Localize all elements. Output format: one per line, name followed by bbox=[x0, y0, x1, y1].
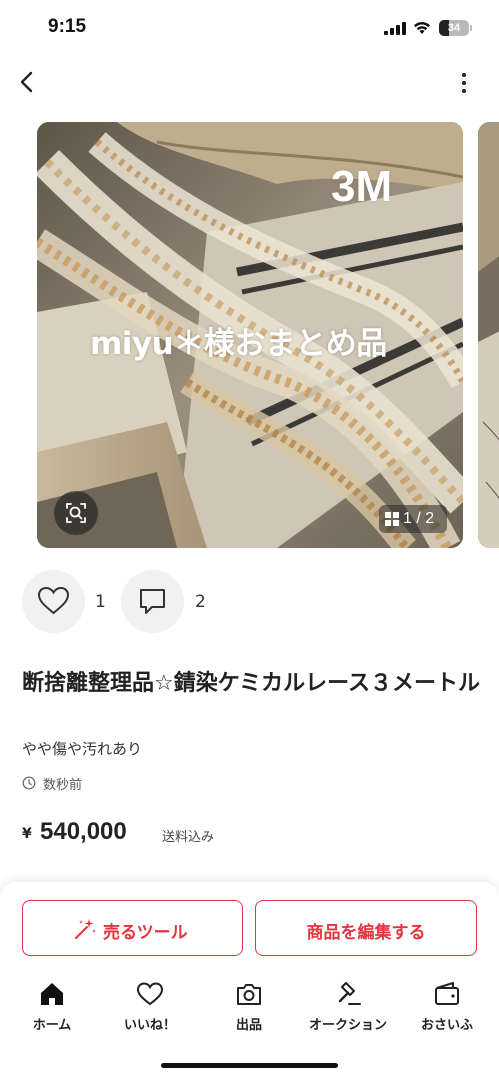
camera-icon bbox=[237, 984, 261, 1005]
price-currency: ¥ bbox=[22, 826, 32, 842]
comment-count: 2 bbox=[195, 592, 206, 612]
shipping-included-label: 送料込み bbox=[162, 830, 215, 845]
bottom-tab-bar: ホーム いいね！ 出品 オークション おさいふ bbox=[0, 978, 499, 1038]
tab-home[interactable]: ホーム bbox=[2, 978, 102, 1038]
tab-auction-label: オークション bbox=[308, 1018, 387, 1033]
heart-outline-icon bbox=[37, 586, 70, 615]
tab-auction[interactable]: オークション bbox=[298, 978, 398, 1038]
gavel-icon bbox=[338, 982, 361, 1005]
heart-icon bbox=[136, 982, 164, 1006]
battery-percent: 34 bbox=[447, 22, 461, 34]
cellular-signal-icon bbox=[384, 22, 406, 35]
item-condition: やや傷や汚れあり bbox=[22, 740, 143, 758]
photo-page-counter: 1 / 2 bbox=[379, 505, 447, 533]
clock-icon bbox=[22, 776, 36, 790]
zoom-scan-icon bbox=[66, 503, 86, 523]
tab-likes-label: いいね！ bbox=[123, 1018, 176, 1033]
more-dots-icon bbox=[462, 73, 466, 77]
back-button[interactable] bbox=[14, 68, 42, 96]
like-button[interactable] bbox=[22, 570, 85, 633]
like-count: 1 bbox=[95, 592, 106, 612]
edit-item-label: 商品を編集する bbox=[306, 923, 426, 943]
edit-item-button[interactable]: 商品を編集する bbox=[255, 900, 477, 956]
chevron-left-icon bbox=[20, 71, 33, 93]
tab-wallet-label: おさいふ bbox=[420, 1018, 473, 1033]
battery-icon: 34 bbox=[439, 20, 469, 36]
home-indicator bbox=[161, 1063, 338, 1068]
status-time: 9:15 bbox=[48, 16, 87, 37]
photo-carousel[interactable]: 3M miyu＊様おまとめ品 1 / 2 bbox=[0, 122, 499, 549]
zoom-button[interactable] bbox=[54, 491, 98, 535]
comment-button[interactable] bbox=[121, 570, 184, 633]
next-photo-image bbox=[478, 122, 499, 548]
wifi-icon bbox=[414, 22, 430, 34]
tab-list-item-label: 出品 bbox=[235, 1018, 262, 1033]
bottom-action-panel: 売るツール 商品を編集する ホーム いいね！ 出品 オークション おさいふ bbox=[0, 882, 499, 1080]
page-counter-text: 1 / 2 bbox=[403, 510, 435, 527]
photo-overlay-title-text: miyu＊様おまとめ品 bbox=[90, 326, 387, 362]
tab-wallet[interactable]: おさいふ bbox=[397, 978, 497, 1038]
product-photo[interactable]: 3M miyu＊様おまとめ品 1 / 2 bbox=[37, 122, 463, 548]
home-icon bbox=[41, 983, 63, 1005]
photo-overlay-size-text: 3M bbox=[331, 162, 393, 211]
tab-home-label: ホーム bbox=[32, 1018, 72, 1033]
status-bar: 9:15 34 bbox=[0, 0, 499, 56]
more-options-button[interactable] bbox=[452, 70, 476, 96]
sell-tool-label: 売るツール bbox=[103, 923, 188, 943]
comment-bubble-icon bbox=[140, 589, 165, 614]
next-photo-peek[interactable] bbox=[478, 122, 499, 548]
tab-list-item[interactable]: 出品 bbox=[199, 978, 299, 1038]
listed-time-label: 数秒前 bbox=[43, 778, 83, 793]
battery-cap bbox=[470, 25, 472, 31]
price-value: 540,000 bbox=[40, 818, 127, 845]
sparkle-wand-icon bbox=[75, 919, 96, 939]
grid-icon bbox=[385, 512, 399, 526]
sell-tool-button[interactable]: 売るツール bbox=[22, 900, 243, 956]
wallet-icon bbox=[435, 982, 459, 1005]
product-title: 断捨離整理品☆錆染ケミカルレース３メートル bbox=[22, 671, 480, 696]
tab-likes[interactable]: いいね！ bbox=[100, 978, 200, 1038]
